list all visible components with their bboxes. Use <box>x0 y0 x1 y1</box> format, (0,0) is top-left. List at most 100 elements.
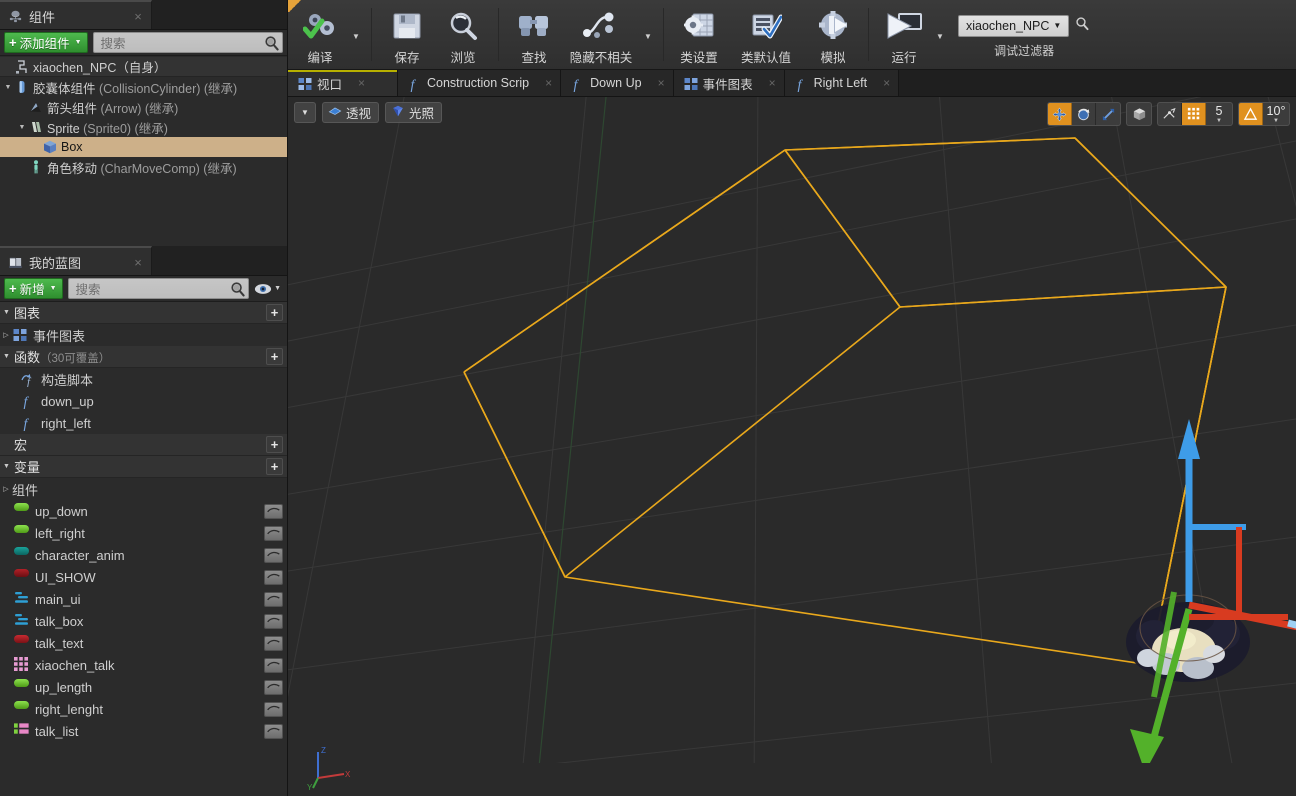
disclosure-triangle-icon[interactable]: ▷ <box>0 332 12 339</box>
variables-components-group[interactable]: ▷ 组件 <box>0 478 287 500</box>
world-coordinate-toggle[interactable] <box>1127 103 1151 125</box>
disclosure-triangle-icon[interactable]: ▼ <box>3 309 14 316</box>
components-search-input[interactable]: 搜索 <box>92 32 283 53</box>
tab-components[interactable]: 组件 × <box>0 0 152 30</box>
toolbar-dropdown-caret[interactable]: ▼ <box>932 5 948 67</box>
svg-text:X: X <box>345 770 351 779</box>
view-mode-perspective-button[interactable]: 透视 <box>322 102 380 123</box>
disclosure-triangle-icon[interactable]: ▼ <box>16 124 28 131</box>
toolbar-button-find[interactable]: 查找 <box>506 5 562 67</box>
variable-row[interactable]: right_lenght <box>0 698 287 720</box>
close-icon[interactable]: × <box>883 76 890 90</box>
close-icon[interactable]: × <box>358 76 365 90</box>
widget-ref-icon <box>14 591 30 607</box>
variable-visibility-toggle[interactable] <box>264 503 283 519</box>
debug-filter-combo[interactable]: xiaochen_NPC ▼ <box>958 14 1070 37</box>
variable-row[interactable]: xiaochen_talk <box>0 654 287 676</box>
add-to-section-button[interactable]: + <box>266 304 283 321</box>
variable-visibility-toggle[interactable] <box>264 591 283 607</box>
section-header-函数[interactable]: ▼ 函数（30可覆盖） + <box>0 346 287 368</box>
variable-visibility-toggle[interactable] <box>264 679 283 695</box>
section-header-变量[interactable]: ▼ 变量 + <box>0 456 287 478</box>
variable-visibility-toggle[interactable] <box>264 701 283 717</box>
my-blueprint-item[interactable]: f down_up <box>0 390 287 412</box>
view-mode-lit-button[interactable]: 光照 <box>385 102 443 123</box>
variable-visibility-toggle[interactable] <box>264 547 283 563</box>
viewport-3d-scene[interactable] <box>288 97 1296 763</box>
section-header-图表[interactable]: ▼ 图表 + <box>0 302 287 324</box>
visibility-filter-control[interactable]: ▼ <box>254 282 283 296</box>
variable-visibility-toggle[interactable] <box>264 569 283 585</box>
document-tab-right-left[interactable]: f Right Left × <box>784 70 900 96</box>
close-icon[interactable]: × <box>131 256 145 269</box>
toolbar-button-hide-unrelated[interactable]: 隐藏不相关 <box>562 5 640 67</box>
variable-name: up_length <box>35 679 93 695</box>
my-blueprint-item[interactable]: f 构造脚本 <box>0 368 287 390</box>
debug-search-icon[interactable] <box>1075 16 1090 36</box>
variable-visibility-toggle[interactable] <box>264 635 283 651</box>
document-tab-down-up[interactable]: f Down Up × <box>561 70 674 96</box>
grid-snap-toggle[interactable] <box>1182 103 1206 125</box>
toolbar-dropdown-caret[interactable]: ▼ <box>640 5 656 67</box>
component-tree-row[interactable]: 箭头组件 (Arrow) (继承) <box>0 97 287 117</box>
viewport[interactable]: ▼ 透视 光照 5 ▼ 10° ▼ Z X Y <box>288 97 1296 796</box>
toolbar-button-class-defaults[interactable]: 类默认值 <box>727 5 805 67</box>
component-tree-row[interactable]: Box <box>0 137 287 157</box>
toolbar-dropdown-caret[interactable]: ▼ <box>348 5 364 67</box>
my-blueprint-item[interactable]: f right_left <box>0 412 287 434</box>
disclosure-triangle-icon[interactable]: ▼ <box>2 84 14 91</box>
toolbar-button-label: 类设置 <box>680 50 718 65</box>
variable-row[interactable]: talk_box <box>0 610 287 632</box>
rotation-snap-toggle[interactable] <box>1239 103 1263 125</box>
my-blueprint-item[interactable]: ▷ 事件图表 <box>0 324 287 346</box>
document-tab-construction-scrip[interactable]: f Construction Scrip × <box>398 70 562 96</box>
add-to-section-button[interactable]: + <box>266 436 283 453</box>
variable-row[interactable]: UI_SHOW <box>0 566 287 588</box>
viewport-options-menu[interactable]: ▼ <box>294 102 316 123</box>
toolbar-button-save[interactable]: 保存 <box>379 5 435 67</box>
disclosure-triangle-icon[interactable]: ▼ <box>3 353 14 360</box>
document-tab-视口[interactable]: 视口 × <box>288 70 398 96</box>
add-new-button[interactable]: + 新增 ▼ <box>4 278 63 299</box>
component-tree-row[interactable]: xiaochen_NPC（自身） <box>0 57 287 77</box>
components-group-label: 组件 <box>12 482 39 498</box>
disclosure-triangle-icon[interactable]: ▼ <box>3 463 14 470</box>
component-tree-row[interactable]: ▼ 胶囊体组件 (CollisionCylinder) (继承) <box>0 77 287 97</box>
variable-visibility-toggle[interactable] <box>264 723 283 739</box>
surface-snap-toggle[interactable] <box>1158 103 1182 125</box>
add-component-button[interactable]: + 添加组件 ▼ <box>4 32 88 53</box>
component-tree-row[interactable]: ▼ Sprite (Sprite0) (继承) <box>0 117 287 137</box>
toolbar-button-class-settings[interactable]: 类设置 <box>671 5 727 67</box>
disclosure-triangle-icon[interactable]: ▷ <box>0 486 12 493</box>
toolbar-button-browse[interactable]: 浏览 <box>435 5 491 67</box>
rotation-snap-value[interactable]: 10° ▼ <box>1263 103 1289 125</box>
section-header-宏[interactable]: 宏 + <box>0 434 287 456</box>
variable-visibility-toggle[interactable] <box>264 525 283 541</box>
variable-row[interactable]: talk_text <box>0 632 287 654</box>
grid-snap-value[interactable]: 5 ▼ <box>1206 103 1232 125</box>
add-to-section-button[interactable]: + <box>266 348 283 365</box>
variable-visibility-toggle[interactable] <box>264 613 283 629</box>
toolbar-button-simulate[interactable]: 模拟 <box>805 5 861 67</box>
variable-row[interactable]: talk_list <box>0 720 287 742</box>
close-icon[interactable]: × <box>545 76 552 90</box>
close-icon[interactable]: × <box>658 76 665 90</box>
close-icon[interactable]: × <box>131 10 145 23</box>
translate-mode-button[interactable] <box>1048 103 1072 125</box>
rotate-mode-button[interactable] <box>1072 103 1096 125</box>
component-tree-row[interactable]: 角色移动 (CharMoveComp) (继承) <box>0 157 287 177</box>
variable-row[interactable]: left_right <box>0 522 287 544</box>
close-icon[interactable]: × <box>769 76 776 90</box>
variable-row[interactable]: up_down <box>0 500 287 522</box>
scale-mode-button[interactable] <box>1096 103 1120 125</box>
variable-row[interactable]: main_ui <box>0 588 287 610</box>
toolbar-button-play[interactable]: 运行 <box>876 5 932 67</box>
toolbar-button-compile[interactable]: 编译 <box>292 5 348 67</box>
add-to-section-button[interactable]: + <box>266 458 283 475</box>
variable-visibility-toggle[interactable] <box>264 657 283 673</box>
variable-row[interactable]: character_anim <box>0 544 287 566</box>
tab-my-blueprint[interactable]: 我的蓝图 × <box>0 246 152 276</box>
document-tab-事件图表[interactable]: 事件图表 × <box>673 70 785 96</box>
my-blueprint-search-input[interactable]: 搜索 <box>67 278 250 299</box>
variable-row[interactable]: up_length <box>0 676 287 698</box>
